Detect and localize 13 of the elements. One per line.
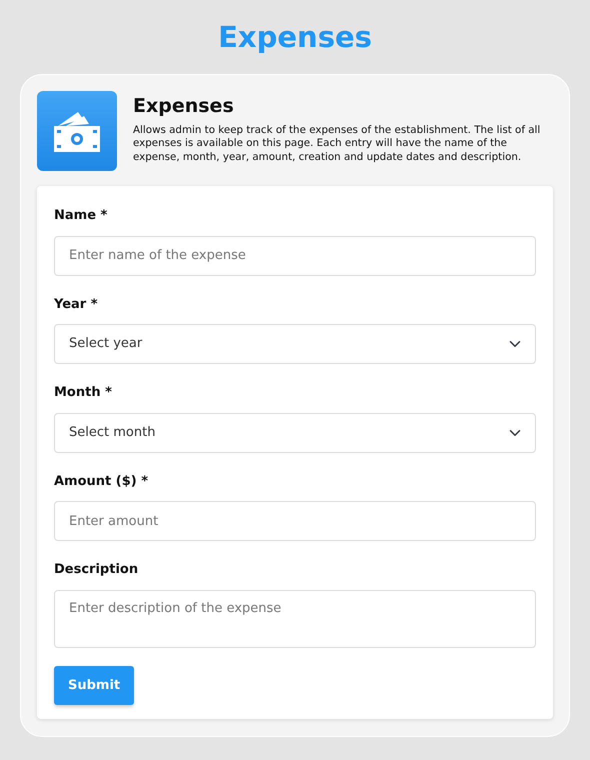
field-label: Description — [54, 561, 140, 579]
input-field[interactable]: Enter name of the expense — [54, 236, 536, 276]
text-area[interactable]: Enter description of the expense — [54, 590, 536, 648]
header-title: Expenses — [133, 95, 235, 118]
field-label: Amount ($) * — [54, 472, 150, 490]
input-field[interactable]: Enter amount — [54, 501, 536, 541]
field-label: Month * — [54, 384, 113, 402]
page-title: Expenses — [217, 19, 373, 56]
field-label: Year * — [54, 296, 99, 314]
select-dropdown[interactable]: Select year — [54, 324, 536, 364]
field-label: Name * — [54, 207, 108, 225]
header-description: Allows admin to keep track of the expenses of the establishment. The list of all expenses is available on this page. Each entry will have the name of the expense, month, year, amount, creation and update dates and description. — [133, 124, 542, 164]
select-dropdown[interactable]: Select month — [54, 412, 536, 452]
